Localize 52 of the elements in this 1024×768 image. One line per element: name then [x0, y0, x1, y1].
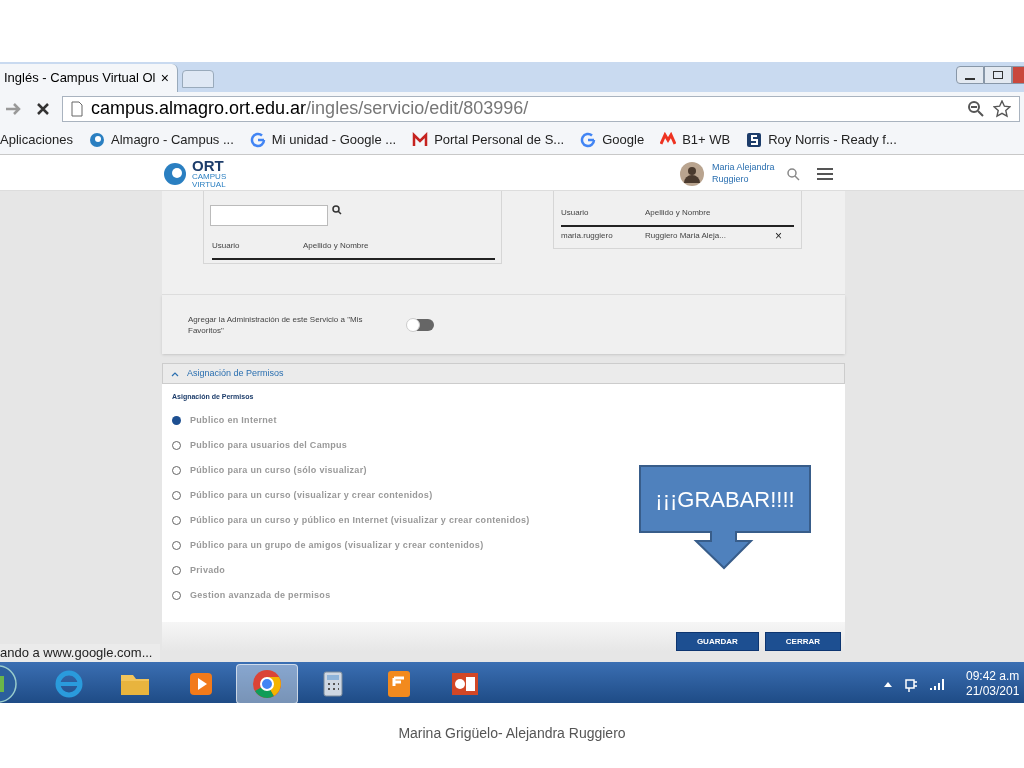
- star-icon[interactable]: [993, 99, 1011, 118]
- column-header: Apellido y Nombre: [645, 207, 712, 219]
- g-icon: [580, 131, 597, 148]
- logo-subtitle: CAMPUS VIRTUAL: [192, 173, 228, 189]
- browser-tab[interactable]: Inglés - Campus Virtual Ol ×: [0, 64, 178, 92]
- close-button[interactable]: CERRAR: [764, 632, 841, 651]
- bookmark[interactable]: B1+ WB: [660, 129, 731, 150]
- avatar[interactable]: [680, 161, 704, 186]
- logo-icon: [162, 160, 188, 187]
- search-icon[interactable]: [332, 205, 342, 215]
- minimize-button[interactable]: [956, 66, 984, 84]
- remove-button[interactable]: ×: [775, 227, 782, 245]
- bookmark[interactable]: Almagro - Campus ...: [89, 129, 234, 150]
- column-header: Apellido y Nombre: [303, 240, 370, 252]
- bookmark[interactable]: Mi unidad - Google ...: [249, 129, 397, 150]
- user-name[interactable]: Maria Alejandra Ruggiero: [712, 162, 778, 185]
- slide-caption: Marina Grigüelo- Alejandra Ruggiero: [398, 724, 626, 743]
- chevron-icon: [171, 370, 179, 377]
- clock-date[interactable]: 21/03/201: [966, 683, 1024, 699]
- table-cell-text: maria.ruggiero: [561, 230, 614, 242]
- table-cell-text: Ruggiero Maria Aleja...: [645, 230, 727, 242]
- taskbar-button[interactable]: [236, 663, 298, 703]
- signal-icon[interactable]: [930, 676, 946, 691]
- section-header[interactable]: Asignación de Permisos: [162, 363, 845, 384]
- save-button[interactable]: GUARDAR: [675, 632, 759, 651]
- menu-icon[interactable]: [816, 166, 834, 181]
- stop-icon[interactable]: [36, 101, 50, 116]
- show-hidden-icons-icon[interactable]: [884, 680, 892, 687]
- bookmark[interactable]: Portal Personal de S...: [412, 129, 565, 150]
- maximize-button[interactable]: [984, 66, 1012, 84]
- square-icon: [746, 131, 763, 148]
- bookmark[interactable]: Google: [580, 129, 645, 150]
- close-tab-button[interactable]: ×: [160, 67, 169, 89]
- address-bar[interactable]: campus.almagro.ort.edu.ar/ingles/servicio/edit/803996/: [62, 95, 1020, 122]
- clock-time[interactable]: 09:42 a.m: [966, 668, 1024, 684]
- status-text: ando a www.google.com...: [0, 644, 161, 662]
- tab-title: Inglés - Campus Virtual Ol: [4, 69, 156, 88]
- bookmark[interactable]: Roy Norris - Ready f...: [746, 129, 897, 150]
- toggle-switch[interactable]: [408, 318, 434, 331]
- page-icon: [71, 100, 83, 117]
- zoom-icon[interactable]: [967, 99, 985, 118]
- column-header: Usuario: [212, 240, 241, 252]
- search-input[interactable]: [210, 205, 328, 226]
- m-icon: [412, 131, 429, 148]
- g-icon: [249, 131, 266, 148]
- favorites-label: Agregar la Administración de este Servicio a "Mis Favoritos": [188, 313, 364, 336]
- radio-button[interactable]: [172, 416, 181, 425]
- bookmark[interactable]: Aplicaciones: [0, 129, 73, 150]
- column-header: Usuario: [561, 207, 590, 219]
- logo-text: ORT: [192, 158, 225, 173]
- callout-arrow: ¡¡¡GRABAR!!!!: [639, 465, 811, 571]
- url-text: campus.almagro.ort.edu.ar/ingles/servicio/edit/803996/: [91, 97, 529, 120]
